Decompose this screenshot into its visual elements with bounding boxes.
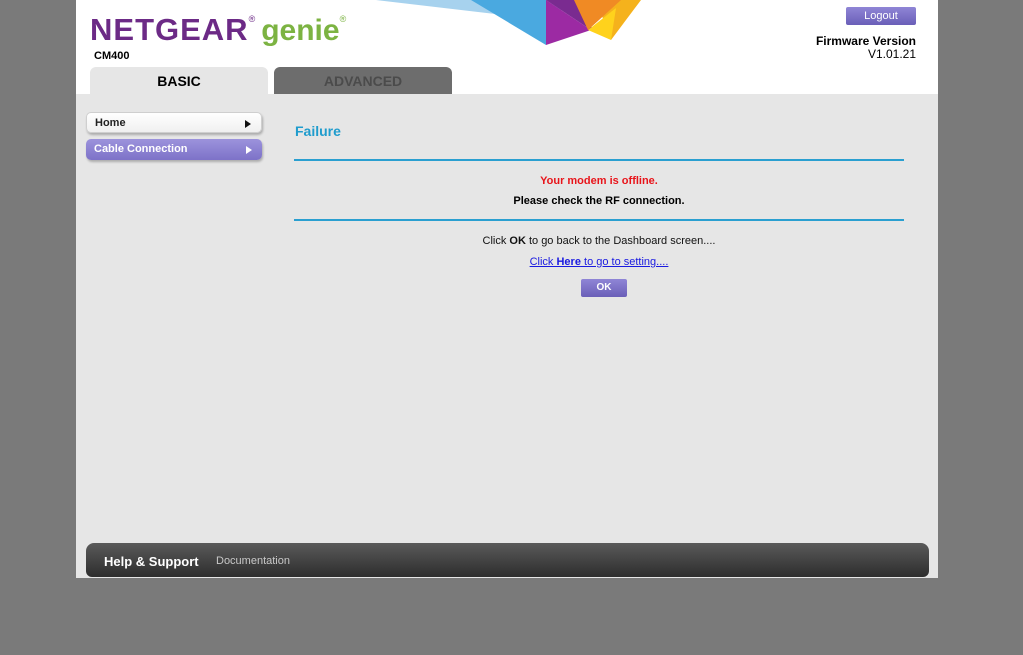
logout-button[interactable]: Logout	[846, 7, 916, 25]
sidebar-item-label: Home	[95, 117, 126, 129]
offline-message: Your modem is offline.	[540, 175, 658, 187]
netgear-genie-logo: NETGEAR® genie®	[90, 12, 346, 48]
dashboard-instruction: Click OK to go back to the Dashboard scr…	[294, 235, 904, 247]
brand-genie: genie	[261, 14, 340, 47]
page-frame: NETGEAR® genie® CM400 Logout Firmware Ver…	[76, 0, 938, 578]
check-rf-message: Please check the RF connection.	[513, 195, 685, 207]
instruction-ok-text: OK	[509, 235, 526, 247]
page-title: Failure	[295, 123, 341, 139]
firmware-label: Firmware Version	[815, 34, 916, 48]
registered-mark: ®	[248, 14, 256, 24]
footer-bar: Help & Support Documentation	[86, 543, 929, 577]
ok-button[interactable]: OK	[581, 279, 627, 297]
help-support-label: Help & Support	[104, 554, 199, 569]
firmware-value: V1.01.21	[867, 47, 916, 61]
divider	[294, 219, 904, 221]
instruction-text: to go back to the Dashboard screen....	[525, 235, 716, 247]
settings-link[interactable]: Click Here to go to setting....	[530, 256, 669, 268]
sidebar-item-label: Cable Connection	[94, 143, 188, 155]
documentation-link[interactable]: Documentation	[216, 555, 290, 567]
brand-netgear: NETGEAR	[90, 12, 249, 47]
link-text: Click	[529, 256, 557, 268]
header: NETGEAR® genie® CM400 Logout Firmware Ver…	[76, 0, 938, 94]
instruction-text: Click	[482, 235, 510, 247]
sidebar-item-home[interactable]: Home	[86, 112, 262, 133]
model-name: CM400	[94, 50, 130, 62]
link-here-text: Here	[556, 256, 581, 268]
divider	[294, 159, 904, 161]
decorative-triangles-icon	[376, 0, 641, 45]
settings-link-row: Click Here to go to setting....	[294, 256, 904, 268]
tab-basic[interactable]: BASIC	[90, 67, 268, 94]
arrow-right-icon	[245, 120, 251, 128]
arrow-right-icon	[246, 146, 252, 154]
registered-mark: ®	[339, 14, 347, 24]
sidebar-item-cable-connection[interactable]: Cable Connection	[86, 139, 262, 160]
tab-advanced[interactable]: ADVANCED	[274, 67, 452, 94]
link-text: to go to setting....	[580, 256, 669, 268]
